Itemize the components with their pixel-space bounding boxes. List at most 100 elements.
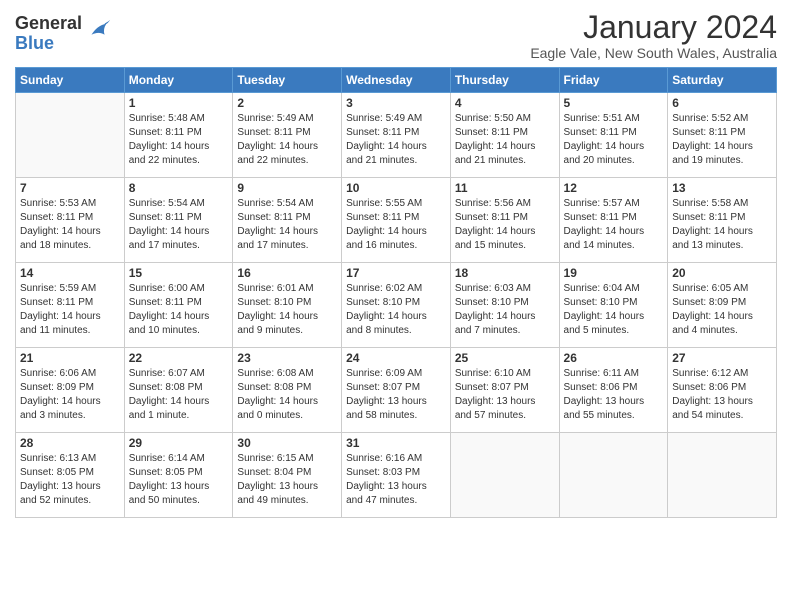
day-info: Sunrise: 6:12 AM Sunset: 8:06 PM Dayligh… [672, 367, 772, 423]
table-row: 2 Sunrise: 5:49 AM Sunset: 8:11 PM Daylig… [233, 93, 342, 178]
day-info: Sunrise: 5:49 AM Sunset: 8:11 PM Dayligh… [346, 112, 446, 168]
day-number: 15 [129, 266, 229, 280]
col-tuesday: Tuesday [233, 68, 342, 93]
day-number: 6 [672, 96, 772, 110]
table-row: 13Sunrise: 5:58 AM Sunset: 8:11 PM Dayli… [668, 178, 777, 263]
day-number: 14 [20, 266, 120, 280]
col-saturday: Saturday [668, 68, 777, 93]
table-row: 15Sunrise: 6:00 AM Sunset: 8:11 PM Dayli… [124, 263, 233, 348]
table-row: 5 Sunrise: 5:51 AM Sunset: 8:11 PM Daylig… [559, 93, 668, 178]
logo-bird-icon [84, 18, 112, 46]
day-number: 18 [455, 266, 555, 280]
day-number: 9 [237, 181, 337, 195]
table-row: 7 Sunrise: 5:53 AM Sunset: 8:11 PM Daylig… [16, 178, 125, 263]
day-number: 4 [455, 96, 555, 110]
day-number: 20 [672, 266, 772, 280]
table-row: 14 Sunrise: 5:59 AM Sunset: 8:11 PM Dayli… [16, 263, 125, 348]
col-wednesday: Wednesday [342, 68, 451, 93]
day-number: 27 [672, 351, 772, 365]
day-info: Sunrise: 5:54 AM Sunset: 8:11 PM Dayligh… [237, 197, 337, 253]
day-info: Sunrise: 5:59 AM Sunset: 8:11 PM Dayligh… [20, 282, 120, 338]
table-row: 9 Sunrise: 5:54 AM Sunset: 8:11 PM Daylig… [233, 178, 342, 263]
day-number: 28 [20, 436, 120, 450]
table-row: 12 Sunrise: 5:57 AM Sunset: 8:11 PM Dayli… [559, 178, 668, 263]
table-row: 22 Sunrise: 6:07 AM Sunset: 8:08 PM Dayli… [124, 348, 233, 433]
table-row: 24Sunrise: 6:09 AM Sunset: 8:07 PM Dayli… [342, 348, 451, 433]
day-number: 3 [346, 96, 446, 110]
title-area: January 2024 Eagle Vale, New South Wales… [530, 10, 777, 61]
day-number: 30 [237, 436, 337, 450]
header: General Blue January 2024 Eagle Vale, Ne… [15, 10, 777, 61]
logo: General Blue [15, 14, 112, 54]
day-number: 23 [237, 351, 337, 365]
table-row: 20 Sunrise: 6:05 AM Sunset: 8:09 PM Dayli… [668, 263, 777, 348]
table-row: 16 Sunrise: 6:01 AM Sunset: 8:10 PM Dayli… [233, 263, 342, 348]
day-info: Sunrise: 5:50 AM Sunset: 8:11 PM Dayligh… [455, 112, 555, 168]
table-row: 3 Sunrise: 5:49 AM Sunset: 8:11 PM Daylig… [342, 93, 451, 178]
table-row: 18Sunrise: 6:03 AM Sunset: 8:10 PM Dayli… [450, 263, 559, 348]
col-thursday: Thursday [450, 68, 559, 93]
day-info: Sunrise: 6:07 AM Sunset: 8:08 PM Dayligh… [129, 367, 229, 423]
calendar-table: Sunday Monday Tuesday Wednesday Thursday… [15, 67, 777, 518]
calendar-week-row: 14 Sunrise: 5:59 AM Sunset: 8:11 PM Dayli… [16, 263, 777, 348]
table-row [16, 93, 125, 178]
day-number: 1 [129, 96, 229, 110]
col-sunday: Sunday [16, 68, 125, 93]
day-number: 26 [564, 351, 664, 365]
day-info: Sunrise: 6:14 AM Sunset: 8:05 PM Dayligh… [129, 452, 229, 508]
table-row [559, 433, 668, 518]
day-info: Sunrise: 6:13 AM Sunset: 8:05 PM Dayligh… [20, 452, 120, 508]
day-number: 5 [564, 96, 664, 110]
table-row: 1Sunrise: 5:48 AM Sunset: 8:11 PM Daylig… [124, 93, 233, 178]
col-friday: Friday [559, 68, 668, 93]
table-row: 10 Sunrise: 5:55 AM Sunset: 8:11 PM Dayli… [342, 178, 451, 263]
day-number: 22 [129, 351, 229, 365]
table-row: 29 Sunrise: 6:14 AM Sunset: 8:05 PM Dayli… [124, 433, 233, 518]
table-row: 21Sunrise: 6:06 AM Sunset: 8:09 PM Dayli… [16, 348, 125, 433]
day-number: 2 [237, 96, 337, 110]
day-number: 7 [20, 181, 120, 195]
day-number: 29 [129, 436, 229, 450]
table-row: 11Sunrise: 5:56 AM Sunset: 8:11 PM Dayli… [450, 178, 559, 263]
day-info: Sunrise: 6:10 AM Sunset: 8:07 PM Dayligh… [455, 367, 555, 423]
table-row: 26 Sunrise: 6:11 AM Sunset: 8:06 PM Dayli… [559, 348, 668, 433]
day-info: Sunrise: 5:53 AM Sunset: 8:11 PM Dayligh… [20, 197, 120, 253]
day-info: Sunrise: 5:57 AM Sunset: 8:11 PM Dayligh… [564, 197, 664, 253]
day-info: Sunrise: 5:51 AM Sunset: 8:11 PM Dayligh… [564, 112, 664, 168]
table-row: 28 Sunrise: 6:13 AM Sunset: 8:05 PM Dayli… [16, 433, 125, 518]
day-info: Sunrise: 6:02 AM Sunset: 8:10 PM Dayligh… [346, 282, 446, 338]
table-row: 27 Sunrise: 6:12 AM Sunset: 8:06 PM Dayli… [668, 348, 777, 433]
day-info: Sunrise: 6:05 AM Sunset: 8:09 PM Dayligh… [672, 282, 772, 338]
day-number: 10 [346, 181, 446, 195]
month-title: January 2024 [530, 10, 777, 45]
day-number: 8 [129, 181, 229, 195]
day-info: Sunrise: 5:52 AM Sunset: 8:11 PM Dayligh… [672, 112, 772, 168]
table-row: 19 Sunrise: 6:04 AM Sunset: 8:10 PM Dayli… [559, 263, 668, 348]
location-subtitle: Eagle Vale, New South Wales, Australia [530, 45, 777, 61]
day-info: Sunrise: 5:55 AM Sunset: 8:11 PM Dayligh… [346, 197, 446, 253]
day-info: Sunrise: 6:01 AM Sunset: 8:10 PM Dayligh… [237, 282, 337, 338]
table-row: 25Sunrise: 6:10 AM Sunset: 8:07 PM Dayli… [450, 348, 559, 433]
day-info: Sunrise: 5:49 AM Sunset: 8:11 PM Dayligh… [237, 112, 337, 168]
day-number: 19 [564, 266, 664, 280]
day-info: Sunrise: 6:04 AM Sunset: 8:10 PM Dayligh… [564, 282, 664, 338]
day-number: 31 [346, 436, 446, 450]
day-info: Sunrise: 6:11 AM Sunset: 8:06 PM Dayligh… [564, 367, 664, 423]
day-number: 11 [455, 181, 555, 195]
day-info: Sunrise: 6:15 AM Sunset: 8:04 PM Dayligh… [237, 452, 337, 508]
day-info: Sunrise: 6:08 AM Sunset: 8:08 PM Dayligh… [237, 367, 337, 423]
day-number: 17 [346, 266, 446, 280]
calendar-week-row: 28 Sunrise: 6:13 AM Sunset: 8:05 PM Dayli… [16, 433, 777, 518]
calendar-week-row: 7 Sunrise: 5:53 AM Sunset: 8:11 PM Daylig… [16, 178, 777, 263]
table-row: 23 Sunrise: 6:08 AM Sunset: 8:08 PM Dayli… [233, 348, 342, 433]
day-number: 21 [20, 351, 120, 365]
table-row: 30 Sunrise: 6:15 AM Sunset: 8:04 PM Dayli… [233, 433, 342, 518]
day-number: 12 [564, 181, 664, 195]
logo-general: General [15, 14, 82, 34]
day-info: Sunrise: 6:16 AM Sunset: 8:03 PM Dayligh… [346, 452, 446, 508]
table-row: 31 Sunrise: 6:16 AM Sunset: 8:03 PM Dayli… [342, 433, 451, 518]
col-monday: Monday [124, 68, 233, 93]
calendar-week-row: 21Sunrise: 6:06 AM Sunset: 8:09 PM Dayli… [16, 348, 777, 433]
calendar-header-row: Sunday Monday Tuesday Wednesday Thursday… [16, 68, 777, 93]
day-number: 16 [237, 266, 337, 280]
